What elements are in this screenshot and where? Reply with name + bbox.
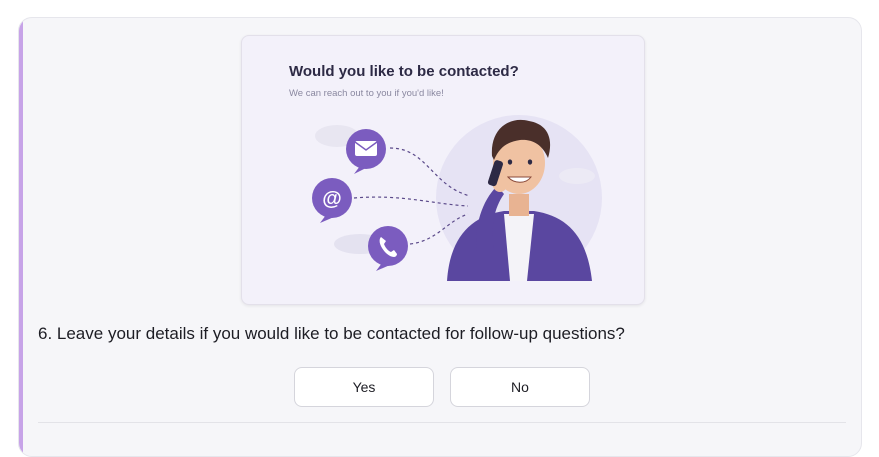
cloud-decoration (559, 168, 595, 184)
envelope-icon (346, 129, 386, 174)
contact-illustration: @ Would you like to be contacted? We can… (241, 35, 645, 305)
yes-button[interactable]: Yes (294, 367, 434, 407)
illustration-title: Would you like to be contacted? (289, 63, 519, 80)
svg-text:@: @ (322, 188, 342, 210)
divider (38, 422, 846, 423)
question-text: 6. Leave your details if you would like … (38, 324, 625, 343)
question-card: @ Would you like to be contacted? We can… (18, 17, 862, 457)
card-accent-bar (19, 18, 23, 456)
no-button[interactable]: No (450, 367, 590, 407)
at-sign-icon: @ (312, 178, 352, 223)
illustration-subtitle: We can reach out to you if you'd like! (289, 88, 444, 99)
phone-icon (368, 226, 408, 271)
